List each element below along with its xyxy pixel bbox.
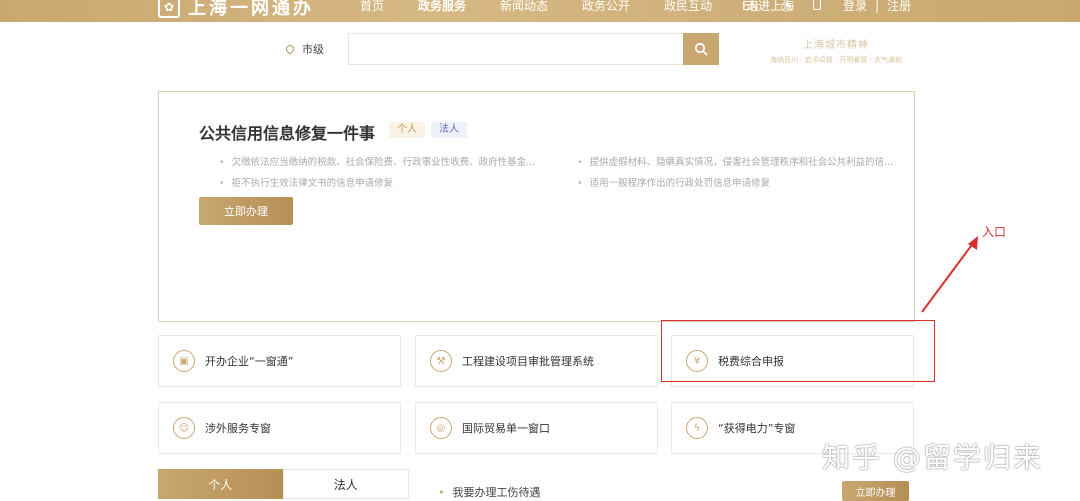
service-item[interactable]: ◎ 国际贸易单一窗口: [415, 402, 658, 454]
top-nav-bar: ✿ 上海一网通办 首页 政务服务 新闻动态 政务公开 政民互动 走进上海 EN …: [0, 0, 1080, 22]
city-spirit-subtitle: 海纳百川 · 追求卓越 · 开明睿智 · 大气谦和: [769, 56, 903, 64]
city-spirit-title: 上海城市精神: [803, 40, 869, 51]
search-input[interactable]: [348, 33, 684, 65]
city-spirit-banner: 上海城市精神 海纳百川 · 追求卓越 · 开明睿智 · 大气谦和: [756, 36, 916, 65]
annotation-highlight-box: [661, 320, 935, 382]
user-icon: ☺: [173, 417, 195, 439]
tag-legal: 法人: [431, 122, 467, 138]
header-utilities: EN ◔ 登录 | 注册: [742, 0, 933, 14]
card-bullet: 欠缴依法应当缴纳的税款、社会保险费、行政事业性收费、政府性基金...: [219, 154, 549, 168]
service-label: 国际贸易单一窗口: [462, 422, 550, 435]
search-button[interactable]: [683, 33, 719, 65]
construction-icon: ⚒: [430, 350, 452, 372]
card-bullet: 提供虚假材料、隐瞒真实情况，侵害社会管理秩序和社会公共利益的信...: [577, 154, 907, 168]
tab-personal[interactable]: 个人: [158, 469, 283, 499]
logo-text: 上海一网通办: [188, 0, 314, 19]
header-divider: |: [875, 0, 880, 13]
nav-item-interaction[interactable]: 政民互动: [664, 0, 712, 14]
service-item[interactable]: ▣ 开办企业“一窗通”: [158, 335, 401, 387]
card-title: 公共信用信息修复一件事: [199, 124, 376, 143]
service-label: “获得电力”专窗: [718, 422, 796, 435]
location-pin-icon: [284, 43, 296, 55]
service-item[interactable]: ☺ 涉外服务专窗: [158, 402, 401, 454]
register-link[interactable]: 注册: [887, 0, 911, 14]
service-item[interactable]: ⚒ 工程建设项目审批管理系统: [415, 335, 658, 387]
service-label: 涉外服务专窗: [205, 422, 271, 435]
tag-personal: 个人: [389, 122, 425, 138]
login-link[interactable]: 登录: [843, 0, 867, 14]
user-type-tabs: 个人 法人: [158, 469, 409, 499]
site-logo[interactable]: ✿ 上海一网通办: [158, 0, 314, 20]
apply-now-button[interactable]: 立即办理: [199, 197, 293, 225]
electricity-icon: ϟ: [686, 417, 708, 439]
tab-legal[interactable]: 法人: [282, 469, 409, 499]
nav-item-gov-affairs[interactable]: 政务公开: [582, 0, 630, 14]
location-label: 市级: [302, 43, 324, 56]
language-switch[interactable]: EN: [742, 0, 759, 13]
location-selector[interactable]: 市级: [284, 41, 324, 57]
featured-service-card: 公共信用信息修复一件事 个人 法人 欠缴依法应当缴纳的税款、社会保险费、行政事业…: [158, 91, 915, 322]
watermark: 知乎 @留学归来: [822, 441, 1043, 474]
search-icon: [694, 42, 708, 56]
mobile-icon[interactable]: [813, 0, 822, 13]
accessibility-icon[interactable]: ◔: [781, 0, 791, 13]
logo-icon: ✿: [158, 0, 180, 18]
globe-icon: ◎: [430, 417, 452, 439]
service-label: 开办企业“一窗通”: [205, 355, 294, 368]
card-bullet: 拒不执行生效法律文书的信息申请修复: [219, 175, 394, 189]
card-bullet: 适用一般程序作出的行政处罚信息申请修复: [577, 175, 771, 189]
service-label: 工程建设项目审批管理系统: [462, 355, 594, 368]
nav-item-gov-services[interactable]: 政务服务: [418, 0, 466, 14]
nav-item-home[interactable]: 首页: [360, 0, 384, 14]
list-apply-button[interactable]: 立即办理: [842, 481, 909, 501]
nav-item-news[interactable]: 新闻动态: [500, 0, 548, 14]
building-icon: ▣: [173, 350, 195, 372]
annotation-arrow-icon: [921, 236, 978, 313]
